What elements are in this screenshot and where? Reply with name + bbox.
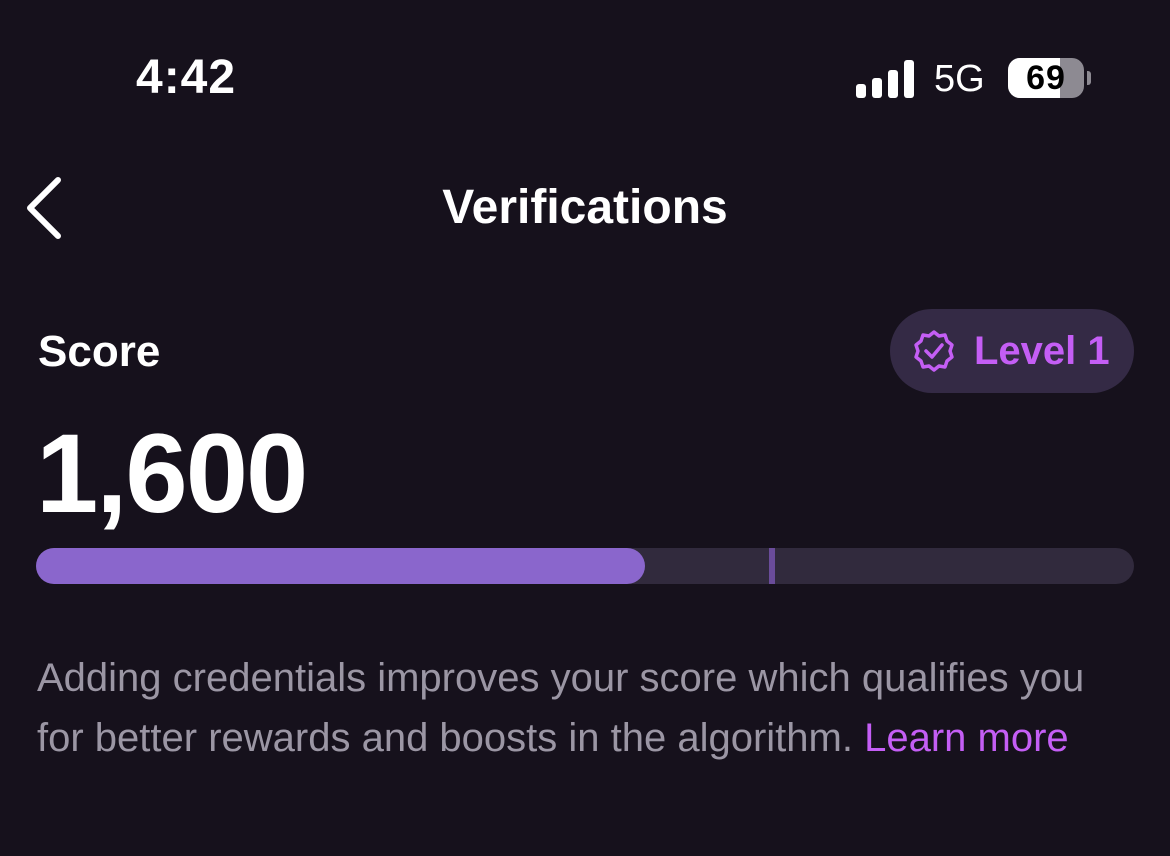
- learn-more-link[interactable]: Learn more: [864, 716, 1069, 760]
- network-type: 5G: [934, 58, 985, 100]
- navigation-bar: Verifications: [0, 160, 1170, 260]
- level-label: Level 1: [974, 329, 1110, 373]
- score-value: 1,600: [36, 411, 308, 536]
- page-title: Verifications: [442, 181, 728, 234]
- status-bar: 4:42 5G 69: [0, 0, 1170, 150]
- status-time: 4:42: [136, 51, 237, 104]
- score-progress-bar: [36, 548, 1134, 584]
- battery-percent: 69: [1026, 59, 1066, 97]
- level-badge[interactable]: Level 1: [890, 309, 1134, 393]
- level-milestone-marker: [769, 548, 775, 584]
- score-label: Score: [38, 327, 161, 376]
- battery-icon: 69: [1008, 58, 1084, 98]
- verified-badge-icon: [914, 330, 954, 372]
- score-description: Adding credentials improves your score w…: [37, 648, 1137, 768]
- battery-tip: [1087, 71, 1091, 85]
- cellular-signal-icon: [856, 58, 914, 98]
- score-progress-fill: [36, 548, 645, 584]
